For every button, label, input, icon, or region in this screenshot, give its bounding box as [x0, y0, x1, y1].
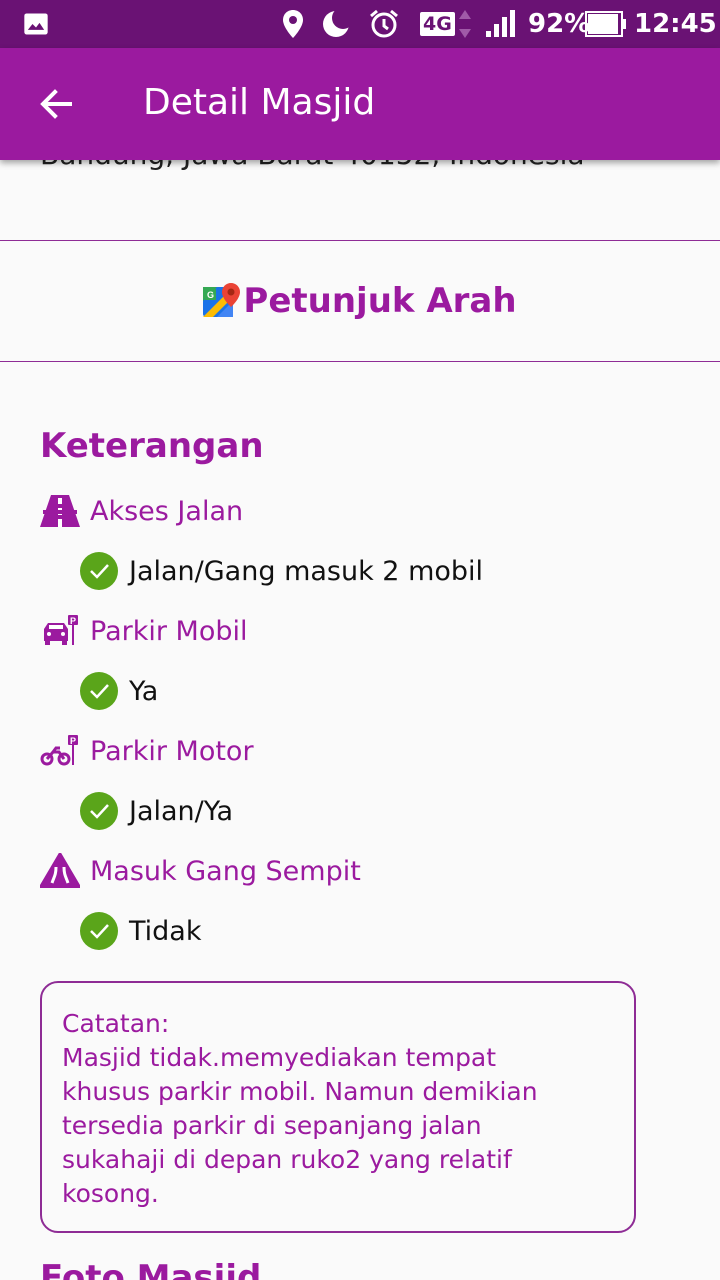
- gang-sempit-value-row: Tidak: [80, 911, 201, 951]
- network-4g-icon: 4G: [420, 0, 473, 48]
- gang-sempit-label: Masuk Gang Sempit: [90, 855, 361, 887]
- parkir-motor-value-row: Jalan/Ya: [80, 791, 233, 831]
- akses-jalan-row: Akses Jalan: [40, 491, 243, 531]
- road-icon: [40, 491, 80, 531]
- keterangan-title: Keterangan: [40, 426, 264, 466]
- note-line: tersedia parkir di sepanjang jalan: [62, 1111, 482, 1140]
- signal-icon: [484, 0, 518, 48]
- parkir-motor-value: Jalan/Ya: [129, 795, 234, 827]
- divider: [0, 361, 720, 362]
- image-icon: [22, 0, 50, 48]
- moon-icon: [321, 0, 351, 48]
- narrow-road-icon: [40, 851, 80, 891]
- parkir-motor-label: Parkir Motor: [90, 735, 254, 767]
- check-circle-icon: [80, 792, 118, 830]
- page-title: Detail Masjid: [143, 82, 376, 123]
- parkir-motor-row: P Parkir Motor: [40, 731, 254, 771]
- svg-text:G: G: [207, 290, 214, 300]
- note-heading: Catatan:: [62, 1009, 170, 1038]
- svg-text:P: P: [70, 736, 76, 746]
- battery-percent: 92%: [528, 9, 591, 39]
- detail-content[interactable]: Bandung, Jawa Barat 40152, Indonesia G P…: [0, 160, 720, 1280]
- note-line: sukahaji di depan ruko2 yang relatif: [62, 1145, 512, 1174]
- motorcycle-parking-icon: P: [40, 731, 80, 771]
- arrow-back-icon[interactable]: [36, 84, 76, 124]
- network-label: 4G: [420, 12, 455, 36]
- note-box: Catatan: Masjid tidak.memyediakan tempat…: [40, 981, 636, 1233]
- check-circle-icon: [80, 912, 118, 950]
- parkir-mobil-label: Parkir Mobil: [90, 615, 248, 647]
- car-parking-icon: P: [40, 611, 80, 651]
- check-circle-icon: [80, 552, 118, 590]
- akses-jalan-label: Akses Jalan: [90, 495, 244, 527]
- gang-sempit-value: Tidak: [129, 915, 202, 947]
- check-circle-icon: [80, 672, 118, 710]
- akses-jalan-value-row: Jalan/Gang masuk 2 mobil: [80, 551, 483, 591]
- directions-label: Petunjuk Arah: [243, 281, 517, 321]
- status-bar: 4G 92% 12:45: [0, 0, 720, 48]
- app-bar: Detail Masjid: [0, 48, 720, 160]
- parkir-mobil-value-row: Ya: [80, 671, 158, 711]
- akses-jalan-value: Jalan/Gang masuk 2 mobil: [129, 555, 484, 587]
- note-line: khusus parkir mobil. Namun demikian: [62, 1077, 538, 1106]
- address-text: Bandung, Jawa Barat 40152, Indonesia: [40, 160, 585, 171]
- directions-button[interactable]: G Petunjuk Arah: [0, 241, 720, 361]
- note-line: Masjid tidak.memyediakan tempat: [62, 1043, 497, 1072]
- gang-sempit-row: Masuk Gang Sempit: [40, 851, 361, 891]
- clock: 12:45: [634, 9, 717, 39]
- photo-section-title: Foto Masjid: [40, 1258, 262, 1280]
- battery-icon: [585, 0, 627, 48]
- google-maps-icon: G: [203, 283, 241, 317]
- note-line: kosong.: [62, 1179, 159, 1208]
- alarm-icon: [368, 0, 400, 48]
- svg-text:P: P: [70, 616, 76, 626]
- location-icon: [281, 0, 305, 48]
- parkir-mobil-value: Ya: [129, 675, 159, 707]
- parkir-mobil-row: P Parkir Mobil: [40, 611, 248, 651]
